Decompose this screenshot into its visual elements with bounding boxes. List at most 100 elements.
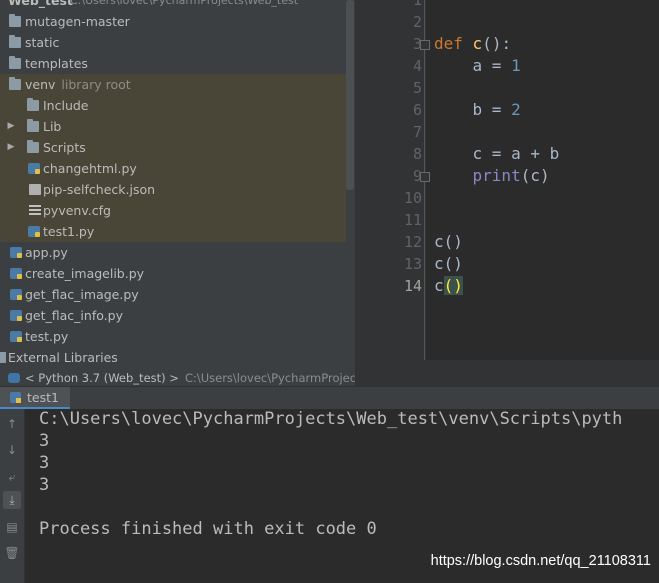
tree-item-label: Scripts	[43, 140, 86, 155]
tree-item-create-imagelib[interactable]: create_imagelib.py	[0, 263, 346, 284]
tree-item-label: Include	[43, 98, 89, 113]
line-number: 10	[403, 189, 422, 207]
tree-root-header[interactable]: Web_test C:\Users\lovec\PycharmProjects\…	[0, 0, 346, 11]
arrow-down-icon[interactable]: ↓	[3, 441, 21, 459]
library-icon	[0, 352, 6, 363]
tree-item-label: changehtml.py	[43, 161, 137, 176]
code-line-9: print(c)	[472, 166, 550, 185]
tree-item-label: get_flac_image.py	[25, 287, 139, 302]
tree-item-label: < Python 3.7 (Web_test) > C:\Users\lovec\…	[25, 371, 356, 385]
code-line-4: a = 1	[434, 56, 521, 75]
expand-arrow-icon[interactable]: ▶	[6, 116, 16, 137]
tree-item-app[interactable]: app.py	[0, 242, 346, 263]
project-root-path: C:\Users\lovec\PycharmProjects\Web_test	[70, 0, 299, 7]
folder-icon	[9, 35, 21, 48]
tree-item-changehtml[interactable]: changehtml.py	[0, 158, 346, 179]
run-toolbar: ↑ ↓ ⤶ ⤓ ▤ 🗑	[0, 409, 25, 583]
line-number: 13	[403, 255, 422, 273]
editor-breadcrumb-bar	[356, 360, 659, 386]
tree-item-mutagen-master[interactable]: mutagen-master	[0, 11, 346, 32]
python-file-icon	[10, 331, 22, 342]
tree-item-external-libraries[interactable]: External Libraries	[0, 347, 346, 368]
json-file-icon	[29, 184, 41, 195]
tree-item-label: test.py	[25, 329, 69, 344]
fold-marker-icon[interactable]	[420, 172, 430, 182]
trash-icon[interactable]: 🗑	[3, 544, 21, 562]
python-run-icon	[10, 392, 21, 403]
tree-item-get-flac-info[interactable]: get_flac_info.py	[0, 305, 346, 326]
tree-item-label: static	[25, 35, 60, 50]
folder-icon	[9, 56, 21, 69]
project-tree: Web_test C:\Users\lovec\PycharmProjects\…	[0, 0, 356, 386]
scroll-to-end-icon[interactable]: ⤓	[3, 491, 21, 509]
project-root-name: Web_test	[8, 0, 73, 8]
tree-item-label: venv library root	[25, 77, 131, 92]
line-number: 7	[412, 123, 422, 141]
tree-item-static[interactable]: static	[0, 32, 346, 53]
console-command-line: C:\Users\lovec\PycharmProjects\Web_test\…	[39, 409, 623, 429]
code-line-12: c()	[434, 232, 463, 251]
code-line-6: b = 2	[434, 100, 521, 119]
code-line-8: c = a + b	[434, 144, 560, 163]
print-icon[interactable]: ▤	[3, 518, 21, 536]
matched-parens: ()	[443, 276, 463, 295]
tree-item-label: test1.py	[43, 224, 95, 239]
line-number: 6	[412, 101, 422, 119]
line-number: 8	[412, 145, 422, 163]
console-output-line: 3	[39, 431, 50, 451]
python-sdk-icon	[8, 373, 20, 383]
line-number: 4	[412, 57, 422, 75]
tree-item-python-sdk[interactable]: < Python 3.7 (Web_test) > C:\Users\lovec\…	[0, 368, 356, 386]
code-line-13: c()	[434, 254, 463, 273]
line-number: 2	[412, 13, 422, 31]
python-file-icon	[28, 163, 40, 174]
run-panel-header: test1	[0, 386, 659, 410]
tree-item-label: Lib	[43, 119, 62, 134]
python-file-icon	[10, 289, 22, 300]
tree-item-venv[interactable]: venv library root	[0, 74, 346, 95]
line-number: 12	[403, 233, 422, 251]
tree-item-test1[interactable]: test1.py	[0, 221, 346, 242]
python-file-icon	[10, 247, 22, 258]
config-file-icon	[29, 205, 41, 216]
tree-item-label: pip-selfcheck.json	[43, 182, 156, 197]
line-number: 11	[403, 211, 422, 229]
tree-item-label: app.py	[25, 245, 68, 260]
project-scrollbar[interactable]	[346, 0, 354, 190]
console-exit-message: Process finished with exit code 0	[39, 519, 377, 539]
watermark-text: https://blog.csdn.net/qq_21108311	[430, 553, 651, 569]
line-number-gutter: 1 2 3 4 5 6 7 8 9 10 11 12 13 14	[356, 0, 430, 360]
run-tab-label: test1	[27, 390, 59, 405]
tree-item-lib[interactable]: ▶ Lib	[0, 116, 346, 137]
console-output-line: 3	[39, 475, 50, 495]
tree-item-pip-selfcheck[interactable]: pip-selfcheck.json	[0, 179, 346, 200]
folder-icon	[9, 77, 21, 90]
folder-icon	[27, 98, 39, 111]
run-tab-test1[interactable]: test1	[0, 387, 70, 409]
code-line-3: def c():	[434, 34, 512, 53]
code-editor[interactable]: 1 2 3 4 5 6 7 8 9 10 11 12 13 14 def c()…	[356, 0, 659, 386]
tree-item-templates[interactable]: templates	[0, 53, 346, 74]
line-number-current: 14	[403, 277, 422, 295]
tree-item-label: get_flac_info.py	[25, 308, 123, 323]
soft-wrap-icon[interactable]: ⤶	[3, 468, 21, 486]
library-root-hint: library root	[61, 77, 131, 92]
python-file-icon	[10, 268, 22, 279]
fold-marker-icon[interactable]	[420, 40, 430, 50]
folder-icon	[9, 14, 21, 27]
tree-item-label: mutagen-master	[25, 14, 130, 29]
tree-item-test[interactable]: test.py	[0, 326, 346, 347]
code-line-14: c()	[434, 276, 463, 295]
line-number: 1	[412, 0, 422, 9]
tree-item-include[interactable]: Include	[0, 95, 346, 116]
tree-item-label: External Libraries	[8, 350, 118, 365]
folder-icon	[27, 140, 39, 153]
tree-item-scripts[interactable]: ▶ Scripts	[0, 137, 346, 158]
tree-item-label: templates	[25, 56, 88, 71]
tree-item-pyvenv[interactable]: pyvenv.cfg	[0, 200, 346, 221]
tree-item-get-flac-image[interactable]: get_flac_image.py	[0, 284, 346, 305]
python-file-icon	[28, 226, 40, 237]
arrow-up-icon[interactable]: ↑	[3, 415, 21, 433]
expand-arrow-icon[interactable]: ▶	[6, 137, 16, 158]
console-output-line: 3	[39, 453, 50, 473]
